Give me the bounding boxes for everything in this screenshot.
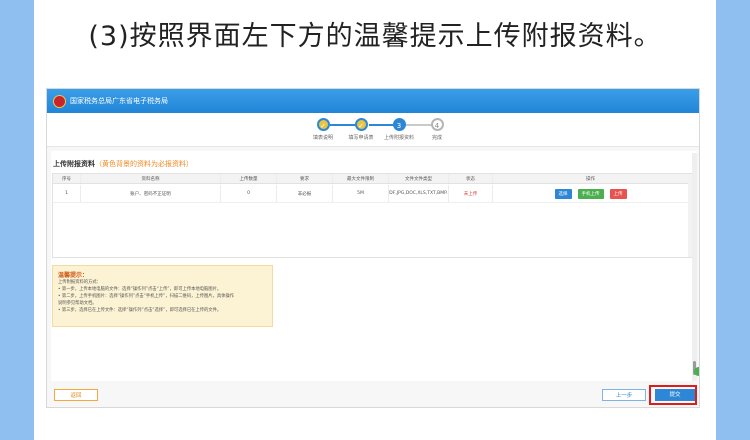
back-button[interactable]: 返回: [54, 389, 98, 401]
row-index: 1: [53, 185, 81, 202]
column-header: 状态: [449, 174, 493, 183]
material-name: 账户、密码不正证明: [81, 185, 221, 202]
column-header: 资料名称: [81, 174, 221, 183]
tip-line: • 第三步，选择已在上传文件：选择“操作列”点击“选择”，即可选择已在上传的文件…: [58, 308, 222, 313]
floating-help-icon[interactable]: [694, 367, 699, 376]
column-header: 要求: [277, 174, 333, 183]
tips-box: 温馨提示： 上传附报资料的方式： • 第一步，上传本地电脑的文件：选择“操作列”…: [52, 265, 273, 327]
page-scrollbar[interactable]: [692, 153, 697, 381]
highlight-box: [649, 385, 697, 405]
section-title-text: 上传附报资料: [53, 160, 95, 168]
progress-steps: ✓ 填表说明 ✓ 填写申请表 3 上传附报资料 4 完成: [47, 113, 699, 147]
required-note: （黄色背景的资料为必报资料）: [95, 160, 193, 168]
check-icon: ✓: [354, 118, 368, 131]
table-header-row: 序号 资料名称 上传数量 要求 最大文件限制 文件文件类型 状态 操作: [53, 174, 692, 184]
tax-portal-screenshot: 国家税务总局广东省电子税务局 ✓ 填表说明 ✓ 填写申请表 3 上传附报资料 4…: [46, 88, 700, 408]
tips-title: 温馨提示：: [58, 272, 89, 279]
column-header: 序号: [53, 174, 81, 183]
tax-emblem-icon: [53, 94, 66, 108]
file-types: PDF,JPG,DOC,XLS,TXT,BMP...: [389, 185, 449, 202]
step-number: 3: [392, 118, 406, 131]
column-header: 文件文件类型: [389, 174, 449, 183]
tip-line: • 第一步，上传本地电脑的文件：选择“操作列”点击“上传”，即可上传本地电脑图片…: [58, 287, 222, 292]
max-file-size: 5M: [333, 185, 389, 202]
column-header: 操作: [586, 176, 595, 182]
upload-count: 0: [221, 185, 277, 202]
step-4: 4 完成: [407, 118, 467, 141]
table-row: 1 账户、密码不正证明 0 非必报 5M PDF,JPG,DOC,XLS,TXT…: [53, 185, 692, 203]
select-button[interactable]: 选择: [554, 188, 572, 199]
section-title: 上传附报资料（黄色背景的资料为必报资料）: [53, 159, 193, 169]
tip-line: 上传附报资料的方式：: [58, 280, 101, 285]
upload-panel: 上传附报资料（黄色背景的资料为必报资料） 序号 资料名称 上传数量 要求 最大文…: [51, 151, 697, 381]
tip-line: 说明参见帮助文档。: [58, 301, 97, 306]
upload-status: 未上传: [449, 185, 493, 202]
column-header: 最大文件限制: [333, 174, 389, 183]
previous-step-button[interactable]: 上一步: [602, 389, 646, 401]
portal-title: 国家税务总局广东省电子税务局: [70, 97, 168, 105]
slide-canvas: (3)按照界面左下方的温馨提示上传附报资料。 国家税务总局广东省电子税务局 ✓ …: [34, 0, 716, 440]
portal-header: 国家税务总局广东省电子税务局: [47, 89, 699, 113]
upload-button[interactable]: 上传: [609, 188, 627, 199]
instruction-headline: (3)按照界面左下方的温馨提示上传附报资料。: [88, 21, 662, 52]
step-label: 完成: [431, 135, 442, 141]
footer-bar: 返回 上一步 提交: [47, 382, 699, 407]
column-header: 上传数量: [221, 174, 277, 183]
step-number: 4: [430, 118, 444, 131]
attachments-table: 序号 资料名称 上传数量 要求 最大文件限制 文件文件类型 状态 操作 1 账户…: [52, 173, 693, 258]
requirement: 非必报: [277, 185, 333, 202]
mobile-upload-button[interactable]: 手机上传: [577, 188, 604, 199]
check-icon: ✓: [316, 118, 330, 131]
row-actions: 选择 手机上传 上传: [493, 185, 688, 202]
tip-line: • 第二步，上传手机图片：选择“操作列”点击“手机上传”，扫描二维码，上传图片。…: [58, 294, 235, 299]
